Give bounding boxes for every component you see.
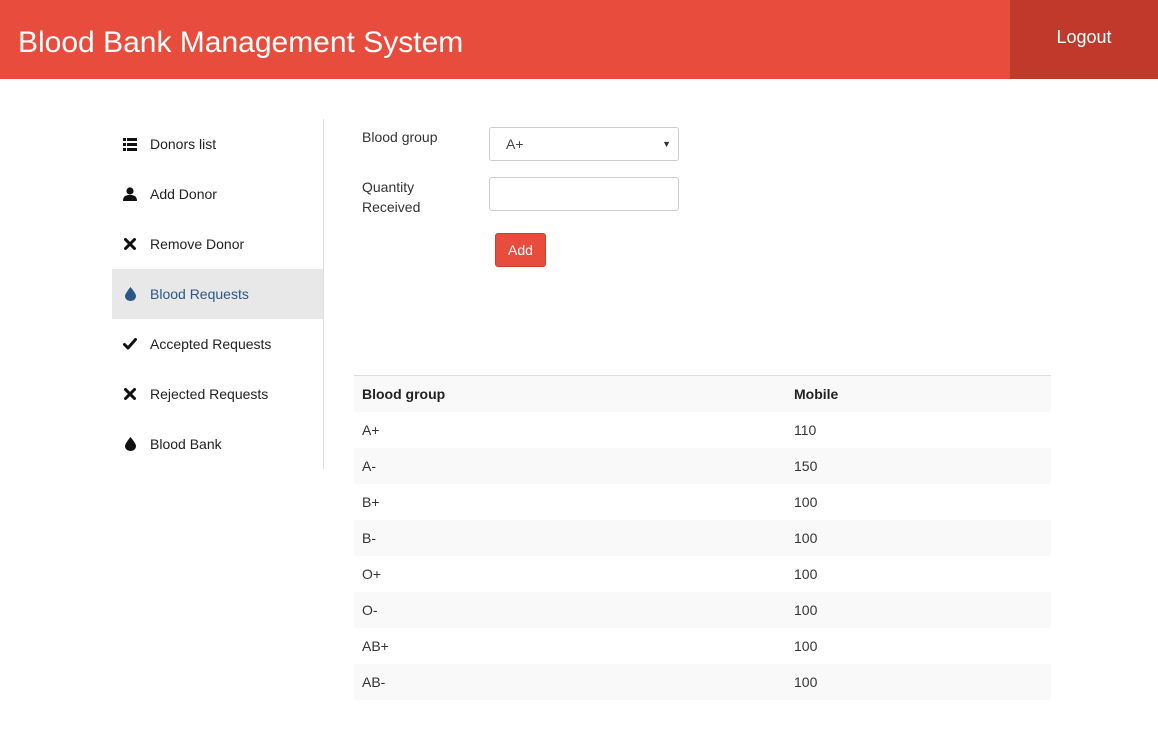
blood-group-label: Blood group [362,129,438,145]
sidebar: Donors list Add Donor Remove Donor Blood… [112,119,324,469]
logout-button[interactable]: Logout [1010,0,1158,79]
user-icon [121,185,139,203]
table-row: A- 150 [354,448,1051,484]
table-cell: B+ [362,494,380,510]
table-row: O- 100 [354,592,1051,628]
quantity-label-line1: Quantity [362,179,415,195]
table-cell: A+ [362,422,380,438]
blood-group-select[interactable]: A+ ▼ [489,127,679,161]
drop-icon [121,435,139,453]
sidebar-item-accepted-requests[interactable]: Accepted Requests [112,319,323,369]
sidebar-item-donors-list[interactable]: Donors list [112,119,323,169]
table-cell: 100 [794,602,818,618]
table-cell: AB- [362,674,386,690]
app-title[interactable]: Blood Bank Management System [18,24,463,62]
table-row: A+ 110 [354,412,1051,448]
sidebar-item-label: Blood Bank [150,436,222,452]
sidebar-item-label: Donors list [150,136,217,152]
blood-group-selected-value: A+ [506,136,524,152]
top-navbar: Blood Bank Management System Logout [0,0,1158,79]
blood-stock-table: Blood group Mobile A+ 110 A- 150 B+ 100 … [354,375,1051,700]
drop-icon [121,285,139,303]
column-header-blood-group: Blood group [362,386,446,402]
quantity-label-line2: Received [362,199,421,215]
sidebar-item-rejected-requests[interactable]: Rejected Requests [112,369,323,419]
table-cell: B- [362,530,376,546]
table-row: AB- 100 [354,664,1051,700]
sidebar-item-add-donor[interactable]: Add Donor [112,169,323,219]
table-row: B- 100 [354,520,1051,556]
sidebar-item-label: Add Donor [150,186,217,202]
table-row: O+ 100 [354,556,1051,592]
add-button[interactable]: Add [495,233,546,267]
table-cell: 110 [794,422,817,438]
table-row: B+ 100 [354,484,1051,520]
list-icon [121,135,139,153]
table-cell: 100 [794,530,818,546]
sidebar-item-remove-donor[interactable]: Remove Donor [112,219,323,269]
sidebar-item-blood-requests[interactable]: Blood Requests [112,269,323,319]
table-cell: O+ [362,566,382,582]
table-cell: 100 [794,494,818,510]
chevron-down-icon: ▼ [662,139,671,149]
close-icon [121,235,139,253]
table-cell: O- [362,602,378,618]
table-header-row: Blood group Mobile [354,376,1051,412]
sidebar-item-label: Remove Donor [150,236,245,252]
close-icon [121,385,139,403]
sidebar-item-label: Blood Requests [150,286,249,302]
sidebar-item-label: Accepted Requests [150,336,272,352]
check-icon [121,335,139,353]
sidebar-item-label: Rejected Requests [150,386,269,402]
table-cell: 100 [794,638,818,654]
sidebar-item-blood-bank[interactable]: Blood Bank [112,419,323,469]
table-cell: A- [362,458,376,474]
column-header-mobile: Mobile [794,386,839,402]
table-cell: 150 [794,458,818,474]
quantity-input[interactable] [489,177,679,211]
table-cell: 100 [794,566,818,582]
table-row: AB+ 100 [354,628,1051,664]
table-cell: AB+ [362,638,389,654]
table-cell: 100 [794,674,818,690]
